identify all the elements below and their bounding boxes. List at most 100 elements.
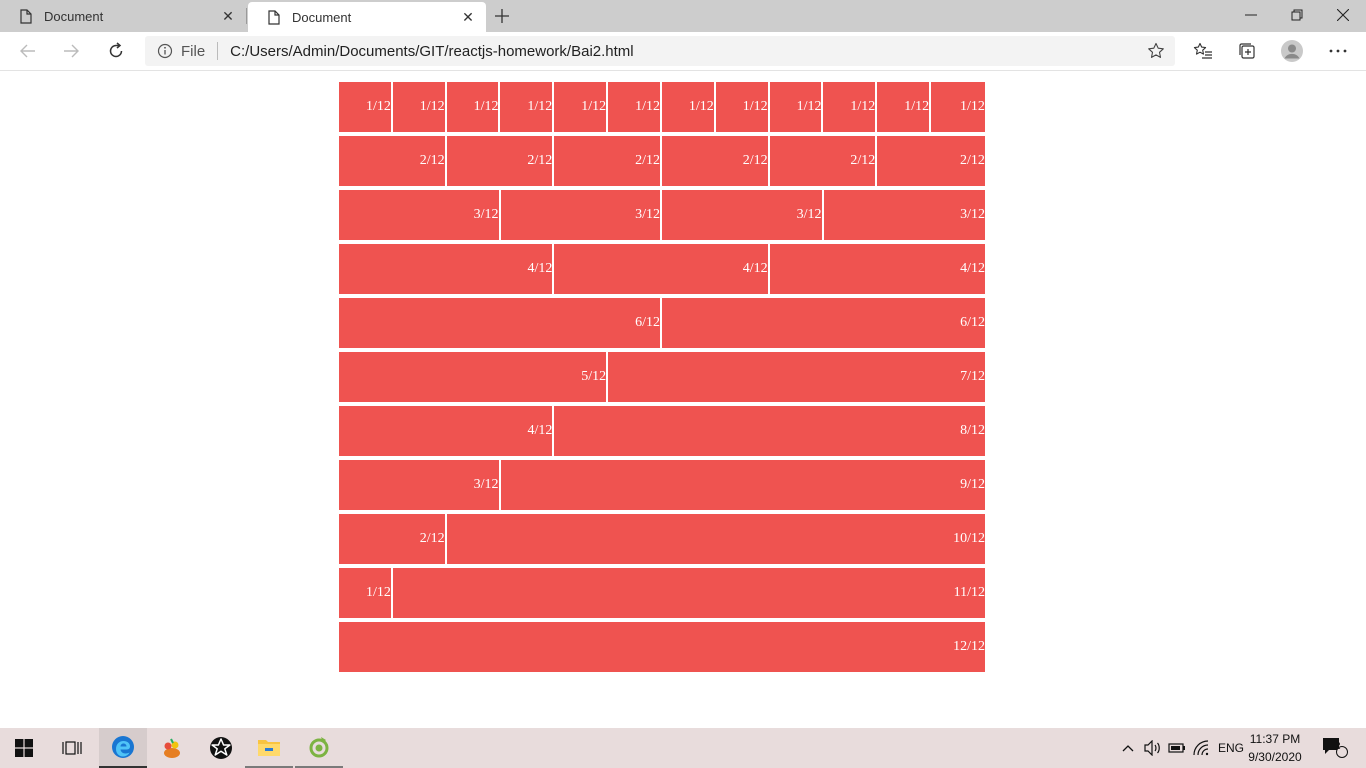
grid-row: 1/12 11/12 bbox=[339, 568, 985, 618]
taskbar-app-fruit[interactable] bbox=[148, 728, 196, 768]
grid-row: 2/12 2/12 2/12 2/12 2/12 2/12 bbox=[339, 136, 985, 186]
taskbar-app-green[interactable] bbox=[295, 728, 343, 768]
tab-divider bbox=[246, 8, 247, 24]
grid-cell: 1/12 bbox=[608, 82, 662, 132]
battery-button[interactable] bbox=[1166, 728, 1188, 768]
grid-cell: 3/12 bbox=[500, 190, 662, 240]
task-view-button[interactable] bbox=[48, 728, 96, 768]
grid-cell: 1/12 bbox=[769, 82, 824, 132]
grid-cell: 7/12 bbox=[608, 352, 985, 402]
grid-cell: 2/12 bbox=[339, 514, 447, 564]
grid-row: 3/12 9/12 bbox=[339, 460, 985, 510]
windows-taskbar: ENG 11:37 PM 9/30/2020 2 bbox=[0, 728, 1366, 768]
grid-cell: 1/12 bbox=[877, 82, 932, 132]
forward-arrow-icon bbox=[64, 44, 79, 58]
grid-cell: 5/12 bbox=[339, 352, 609, 402]
favorites-button[interactable] bbox=[1189, 37, 1217, 65]
grid-cell: 3/12 bbox=[339, 460, 501, 510]
grid-cell: 9/12 bbox=[500, 460, 985, 510]
edge-browser-icon bbox=[112, 736, 134, 758]
refresh-button[interactable] bbox=[102, 37, 130, 65]
star-app-icon bbox=[210, 737, 232, 759]
grid-cell: 6/12 bbox=[339, 298, 662, 348]
taskbar-app-star[interactable] bbox=[197, 728, 245, 768]
close-tab-icon[interactable]: ✕ bbox=[216, 4, 240, 28]
close-tab-icon[interactable]: ✕ bbox=[456, 5, 480, 29]
refresh-icon bbox=[109, 42, 123, 58]
plus-icon bbox=[495, 9, 509, 23]
grid-cell: 8/12 bbox=[554, 406, 985, 456]
favorites-list-icon bbox=[1193, 42, 1212, 59]
profile-button[interactable] bbox=[1278, 37, 1306, 65]
grid-cell: 6/12 bbox=[662, 298, 985, 348]
grid-cell: 3/12 bbox=[662, 190, 824, 240]
tab-title: Document bbox=[44, 8, 104, 24]
grid-cell: 1/12 bbox=[446, 82, 501, 132]
battery-icon bbox=[1168, 743, 1185, 753]
grid-cell: 4/12 bbox=[339, 406, 555, 456]
green-app-icon bbox=[309, 737, 329, 758]
grid-cell: 4/12 bbox=[769, 244, 985, 294]
taskbar-edge[interactable] bbox=[99, 728, 147, 768]
system-clock[interactable]: 11:37 PM 9/30/2020 bbox=[1244, 730, 1306, 766]
back-arrow-icon bbox=[20, 44, 35, 58]
grid-cell: 1/12 bbox=[500, 82, 555, 132]
grid-row: 6/12 6/12 bbox=[339, 298, 985, 348]
tab-strip: Document ✕ Document ✕ bbox=[0, 0, 1366, 32]
back-button[interactable] bbox=[14, 37, 42, 65]
forward-button[interactable] bbox=[57, 37, 85, 65]
grid-cell: 2/12 bbox=[661, 136, 770, 186]
file-scheme-label: File bbox=[181, 42, 206, 60]
show-hidden-icons-button[interactable] bbox=[1118, 728, 1138, 768]
minimize-button[interactable] bbox=[1228, 0, 1274, 30]
clock-time: 11:37 PM bbox=[1249, 732, 1301, 746]
volume-button[interactable] bbox=[1142, 728, 1164, 768]
restore-button[interactable] bbox=[1274, 0, 1320, 30]
start-button[interactable] bbox=[0, 728, 48, 768]
taskbar-file-explorer[interactable] bbox=[245, 728, 293, 768]
grid-row: 12/12 bbox=[339, 622, 985, 672]
restore-icon bbox=[1291, 9, 1303, 21]
tab-document-2[interactable]: Document ✕ bbox=[248, 2, 486, 32]
grid-cell: 12/12 bbox=[339, 622, 985, 672]
action-center-button[interactable]: 2 bbox=[1318, 728, 1352, 768]
column-grid: 1/12 1/12 1/12 1/12 1/12 1/12 1/12 1/12 1/12 1/12… bbox=[339, 82, 985, 676]
notification-count-badge: 2 bbox=[1335, 741, 1341, 752]
chevron-up-icon bbox=[1122, 745, 1134, 752]
address-bar[interactable]: File C:/Users/Admin/Documents/GIT/reactj… bbox=[145, 36, 1175, 66]
grid-row: 4/12 4/12 4/12 bbox=[339, 244, 985, 294]
settings-menu-button[interactable] bbox=[1324, 37, 1352, 65]
collections-button[interactable] bbox=[1233, 37, 1261, 65]
grid-cell: 2/12 bbox=[554, 136, 662, 186]
grid-cell: 2/12 bbox=[769, 136, 878, 186]
grid-cell: 1/12 bbox=[823, 82, 878, 132]
avatar-icon bbox=[1281, 40, 1303, 62]
windows-logo-icon bbox=[15, 739, 33, 757]
input-language-button[interactable]: ENG bbox=[1214, 728, 1248, 768]
collections-icon bbox=[1239, 43, 1255, 59]
tab-title: Document bbox=[292, 9, 352, 25]
close-window-button[interactable] bbox=[1320, 0, 1366, 30]
tab-document-1[interactable]: Document ✕ bbox=[0, 0, 246, 32]
favorite-star-icon[interactable] bbox=[1147, 42, 1165, 60]
grid-cell: 1/12 bbox=[554, 82, 609, 132]
close-icon bbox=[1337, 9, 1349, 21]
document-icon bbox=[266, 9, 282, 25]
network-button[interactable] bbox=[1190, 728, 1212, 768]
grid-cell: 2/12 bbox=[339, 136, 447, 186]
grid-cell: 3/12 bbox=[823, 190, 985, 240]
minimize-icon bbox=[1245, 14, 1257, 16]
folder-icon bbox=[258, 740, 280, 756]
grid-cell: 11/12 bbox=[392, 568, 985, 618]
grid-row: 5/12 7/12 bbox=[339, 352, 985, 402]
grid-row: 4/12 8/12 bbox=[339, 406, 985, 456]
new-tab-button[interactable] bbox=[490, 4, 514, 28]
info-icon[interactable] bbox=[157, 43, 173, 59]
grid-row: 3/12 3/12 3/12 3/12 bbox=[339, 190, 985, 240]
grid-row: 2/12 10/12 bbox=[339, 514, 985, 564]
url-text[interactable]: C:/Users/Admin/Documents/GIT/reactjs-hom… bbox=[230, 43, 633, 60]
grid-cell: 1/12 bbox=[392, 82, 447, 132]
grid-cell: 3/12 bbox=[339, 190, 501, 240]
wifi-icon bbox=[1193, 740, 1209, 756]
browser-toolbar: File C:/Users/Admin/Documents/GIT/reactj… bbox=[0, 32, 1366, 71]
